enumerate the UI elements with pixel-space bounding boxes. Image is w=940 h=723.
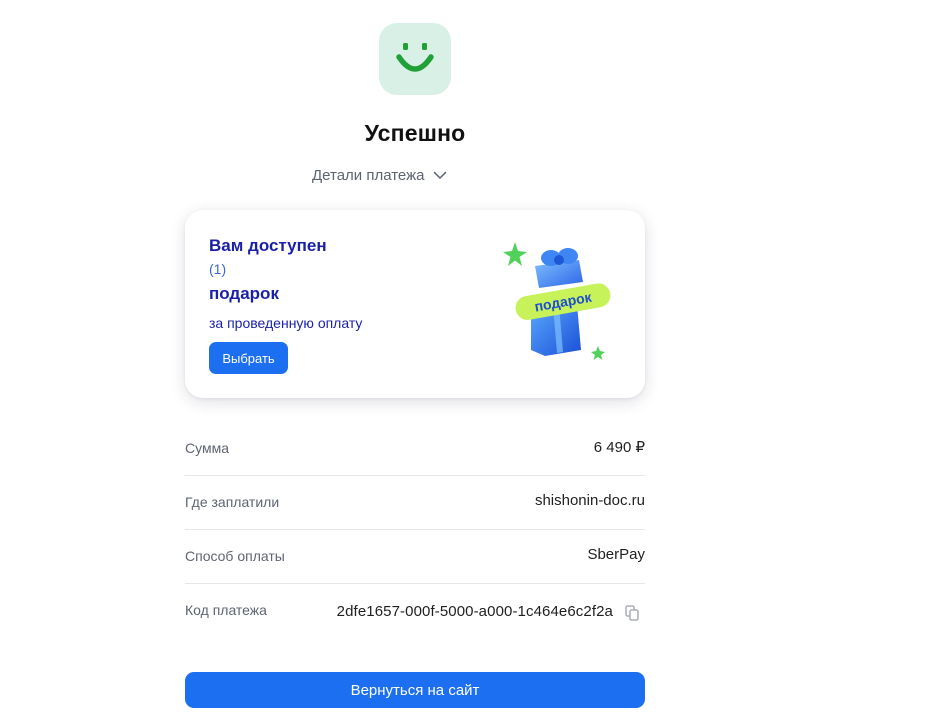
gift-title-second-line: подарок <box>209 284 279 303</box>
page-title: Успешно <box>364 120 466 146</box>
method-label: Способ оплаты <box>185 548 285 564</box>
detail-row-method: Способ оплаты SberPay <box>185 530 645 584</box>
success-logo <box>379 23 451 95</box>
smile-icon <box>396 43 434 72</box>
gift-box-icon: подарок <box>503 242 611 360</box>
payment-details-toggle[interactable]: Детали платежа <box>312 164 447 186</box>
detail-row-payment-code: Код платежа 2dfe1657-000f-5000-a000-1c46… <box>185 584 645 644</box>
amount-value: 6 490 ₽ <box>593 439 645 456</box>
gift-card: Вам доступен (1) подарок за проведенную … <box>185 210 645 398</box>
detail-row-amount: Сумма 6 490 ₽ <box>185 422 645 476</box>
back-to-site-button[interactable]: Вернуться на сайт <box>185 672 645 708</box>
merchant-label: Где заплатили <box>185 494 280 510</box>
merchant-value: shishonin-doc.ru <box>534 492 645 509</box>
amount-label: Сумма <box>185 440 229 456</box>
payment-code-value: 2dfe1657-000f-5000-a000-1c464e6c2f2a <box>336 603 613 620</box>
gift-title: Вам доступен <box>209 236 327 255</box>
choose-gift-button[interactable]: Выбрать <box>209 342 288 374</box>
gift-count: (1) <box>209 261 227 277</box>
star-icon <box>503 242 527 266</box>
detail-row-merchant: Где заплатили shishonin-doc.ru <box>185 476 645 530</box>
payment-code-label: Код платежа <box>185 602 267 618</box>
copy-icon[interactable] <box>625 605 639 621</box>
gift-subtitle: за проведенную оплату <box>209 315 363 331</box>
method-value: SberPay <box>587 546 645 563</box>
chevron-down-icon <box>433 171 446 179</box>
star-icon <box>591 346 605 360</box>
payment-details-label: Детали платежа <box>312 166 425 184</box>
